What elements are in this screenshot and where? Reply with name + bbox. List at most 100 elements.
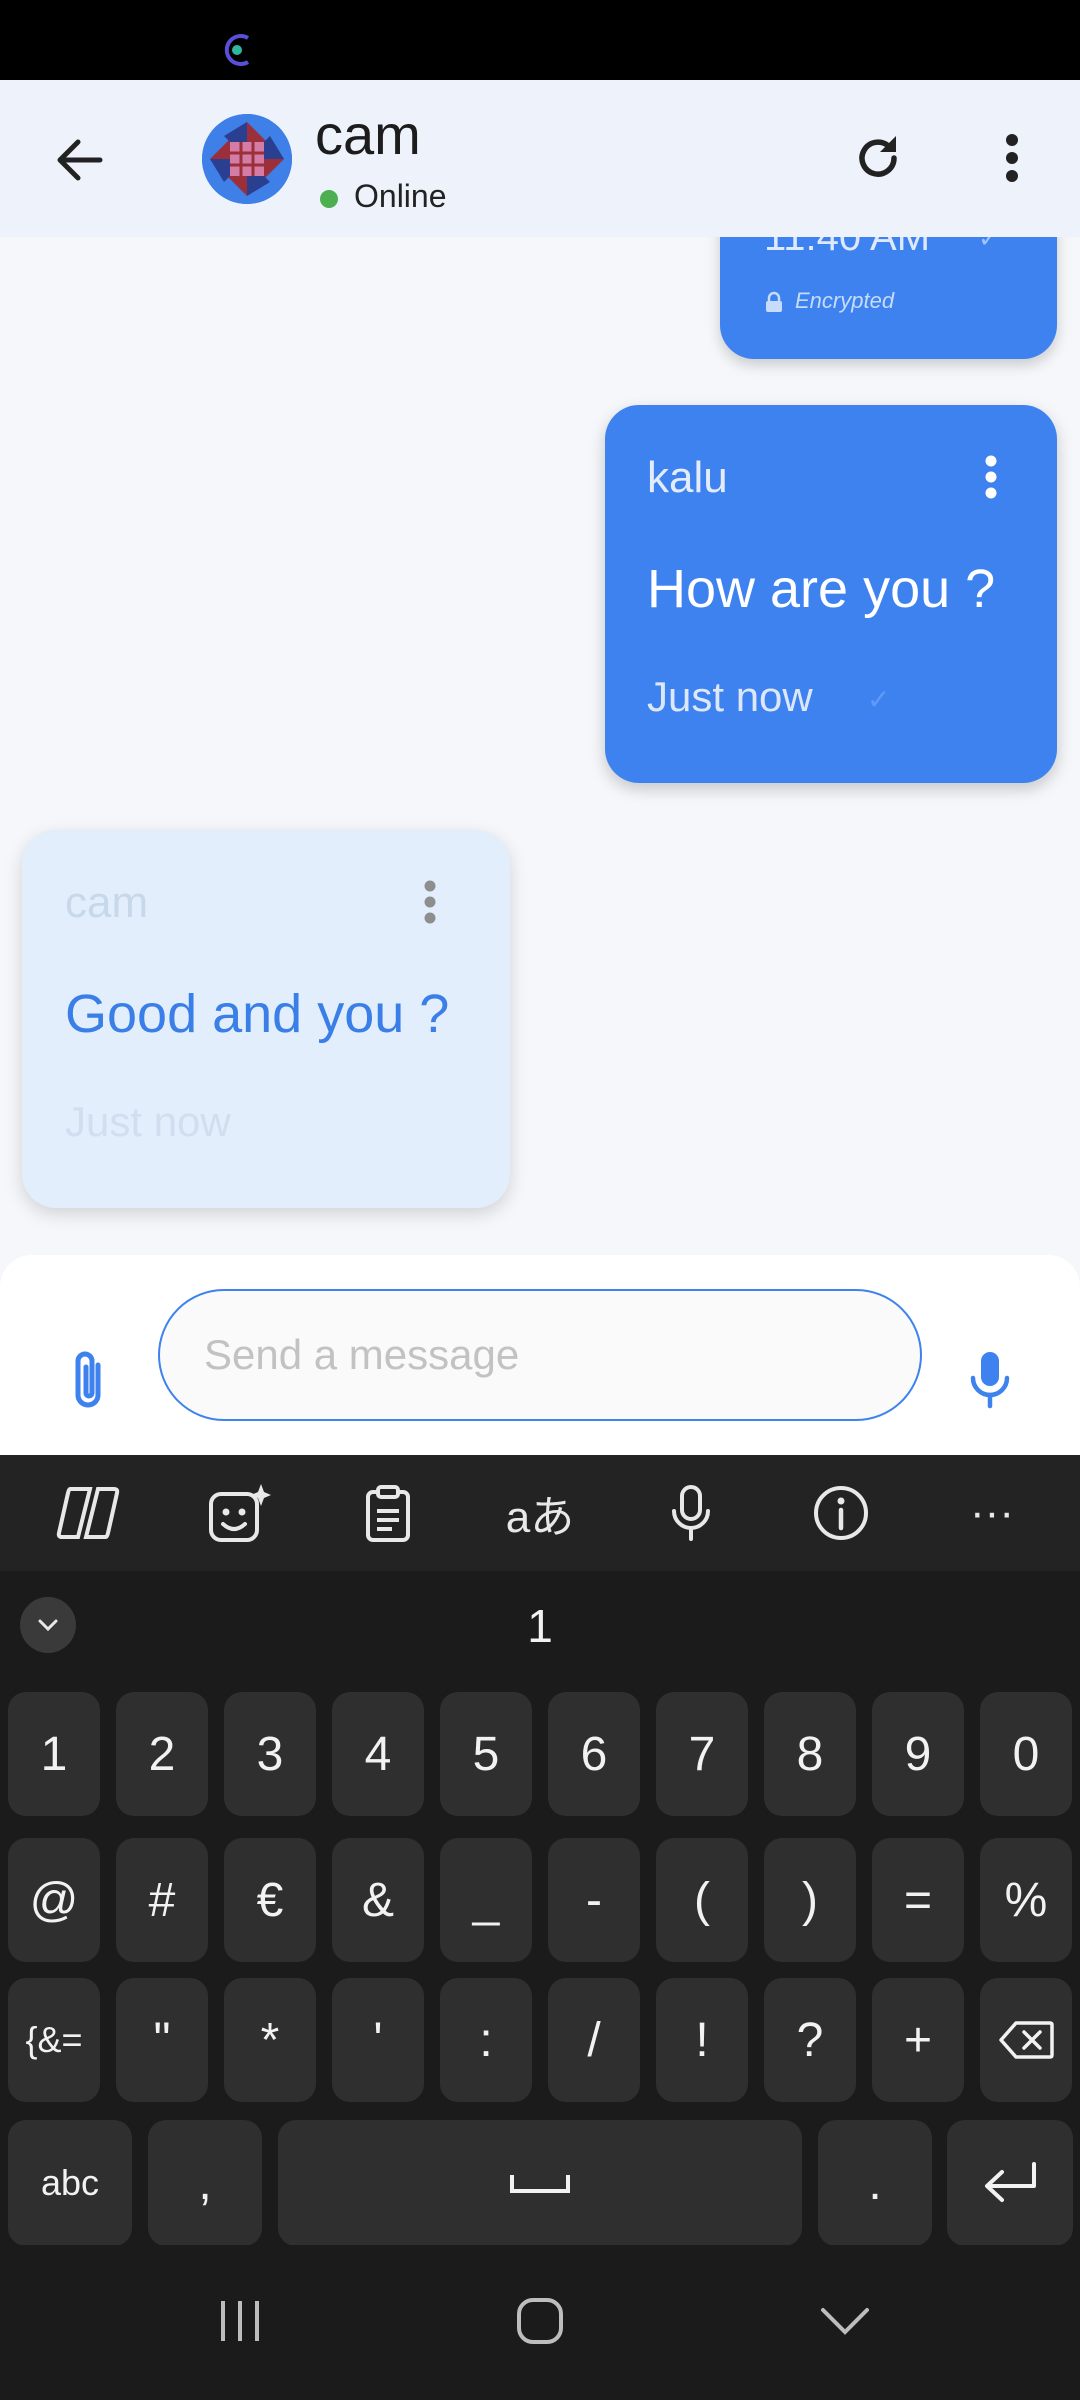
message-sender: kalu [647, 453, 728, 502]
message-time: Just now [647, 673, 813, 720]
more-options-button[interactable] [972, 118, 1052, 198]
read-check-icon: ✓ [978, 237, 1000, 253]
key-@[interactable]: @ [8, 1838, 100, 1962]
attach-button[interactable] [48, 1335, 128, 1425]
status-bar [0, 0, 1080, 80]
chat-screen: cam Online 11:40 AM ✓ Encrypted kalu How… [0, 0, 1080, 2400]
clipboard-button[interactable] [348, 1477, 428, 1549]
more-symbols-key[interactable]: {&= [8, 1978, 100, 2102]
translate-icon: aあ [505, 1493, 575, 1542]
paperclip-icon [75, 1351, 101, 1408]
app-notification-icon [224, 34, 250, 66]
key-*[interactable]: * [224, 1978, 316, 2102]
more-vertical-icon [1006, 134, 1018, 182]
period-key[interactable]: . [818, 2120, 932, 2246]
copilot-button[interactable] [48, 1477, 128, 1549]
backspace-icon [999, 2021, 1054, 2059]
recent-apps-icon [221, 2301, 259, 2341]
key-%[interactable]: % [980, 1838, 1072, 1962]
microphone-icon [970, 1352, 1010, 1409]
online-status: Online [354, 178, 447, 214]
emoji-sparkle-icon [209, 1484, 271, 1542]
recent-apps-button[interactable] [190, 2281, 290, 2361]
key-2[interactable]: 2 [116, 1692, 208, 1816]
home-button[interactable] [490, 2281, 590, 2361]
arrow-left-icon [57, 139, 103, 181]
voice-input-button[interactable] [651, 1477, 731, 1549]
key-9[interactable]: 9 [872, 1692, 964, 1816]
suggestion-item[interactable]: 1 [0, 1599, 1080, 1653]
message-sender: cam [65, 878, 149, 927]
enter-key[interactable] [947, 2120, 1073, 2246]
key-)[interactable]: ) [764, 1838, 856, 1962]
keyboard-toolbar: aあ ··· [0, 1455, 1080, 1571]
key-7[interactable]: 7 [656, 1692, 748, 1816]
message-list[interactable]: 11:40 AM ✓ Encrypted kalu How are you ? … [0, 237, 1080, 1255]
key--[interactable]: - [548, 1838, 640, 1962]
message-bubble-incoming[interactable]: cam Good and you ? Just now [22, 830, 510, 1208]
hide-keyboard-button[interactable] [795, 2281, 895, 2361]
suggestion-strip: 1 [0, 1571, 1080, 1671]
more-horizontal-icon: ··· [970, 1488, 1014, 1537]
contact-avatar[interactable] [202, 114, 292, 204]
key-![interactable]: ! [656, 1978, 748, 2102]
microphone-icon [672, 1485, 710, 1541]
message-options-button[interactable] [961, 447, 1021, 507]
avatar-pattern-icon [202, 114, 292, 204]
refresh-icon [859, 136, 897, 177]
message-bubble-outgoing[interactable]: kalu How are you ? Just now ✓ [605, 405, 1057, 783]
more-vertical-icon [424, 880, 436, 924]
more-vertical-icon [985, 455, 997, 499]
more-tools-button[interactable]: ··· [952, 1477, 1032, 1549]
space-bar-icon [510, 2175, 570, 2193]
key-6[interactable]: 6 [548, 1692, 640, 1816]
key-"[interactable]: " [116, 1978, 208, 2102]
chat-header: cam Online [0, 80, 1080, 237]
system-navigation-bar [0, 2245, 1080, 2400]
key-3[interactable]: 3 [224, 1692, 316, 1816]
key-([interactable]: ( [656, 1838, 748, 1962]
key-'[interactable]: ' [332, 1978, 424, 2102]
abc-key[interactable]: abc [8, 2120, 132, 2246]
key-5[interactable]: 5 [440, 1692, 532, 1816]
refresh-button[interactable] [838, 118, 918, 198]
info-icon [814, 1486, 868, 1540]
key-:[interactable]: : [440, 1978, 532, 2102]
sent-check-icon: ✓ [867, 684, 891, 715]
copilot-icon [56, 1487, 120, 1539]
enter-icon [985, 2162, 1036, 2202]
key-€[interactable]: € [224, 1838, 316, 1962]
online-indicator [320, 190, 338, 208]
message-input[interactable] [158, 1289, 922, 1421]
key-#[interactable]: # [116, 1838, 208, 1962]
key-/[interactable]: / [548, 1978, 640, 2102]
key-1[interactable]: 1 [8, 1692, 100, 1816]
message-text: How are you ? [647, 559, 996, 619]
contact-name: cam [315, 103, 421, 166]
encrypted-label: Encrypted [795, 288, 895, 313]
key-?[interactable]: ? [764, 1978, 856, 2102]
backspace-key[interactable] [980, 1978, 1072, 2102]
back-button[interactable] [40, 120, 120, 200]
key-+[interactable]: + [872, 1978, 964, 2102]
info-button[interactable] [801, 1477, 881, 1549]
key-_[interactable]: _ [440, 1838, 532, 1962]
comma-key[interactable]: , [148, 2120, 262, 2246]
key-=[interactable]: = [872, 1838, 964, 1962]
lock-icon [766, 291, 782, 312]
key-&[interactable]: & [332, 1838, 424, 1962]
key-0[interactable]: 0 [980, 1692, 1072, 1816]
message-text: Good and you ? [65, 984, 450, 1044]
message-composer [0, 1255, 1080, 1455]
emoji-button[interactable] [200, 1477, 280, 1549]
message-bubble-outgoing[interactable]: 11:40 AM ✓ Encrypted [720, 237, 1057, 359]
message-options-button[interactable] [400, 872, 460, 932]
key-4[interactable]: 4 [332, 1692, 424, 1816]
key-8[interactable]: 8 [764, 1692, 856, 1816]
home-icon [517, 2298, 563, 2344]
message-time: Just now [65, 1098, 231, 1145]
translate-button[interactable]: aあ [500, 1477, 580, 1549]
voice-record-button[interactable] [950, 1335, 1030, 1425]
chevron-down-icon [821, 2308, 869, 2335]
space-key[interactable] [278, 2120, 802, 2246]
